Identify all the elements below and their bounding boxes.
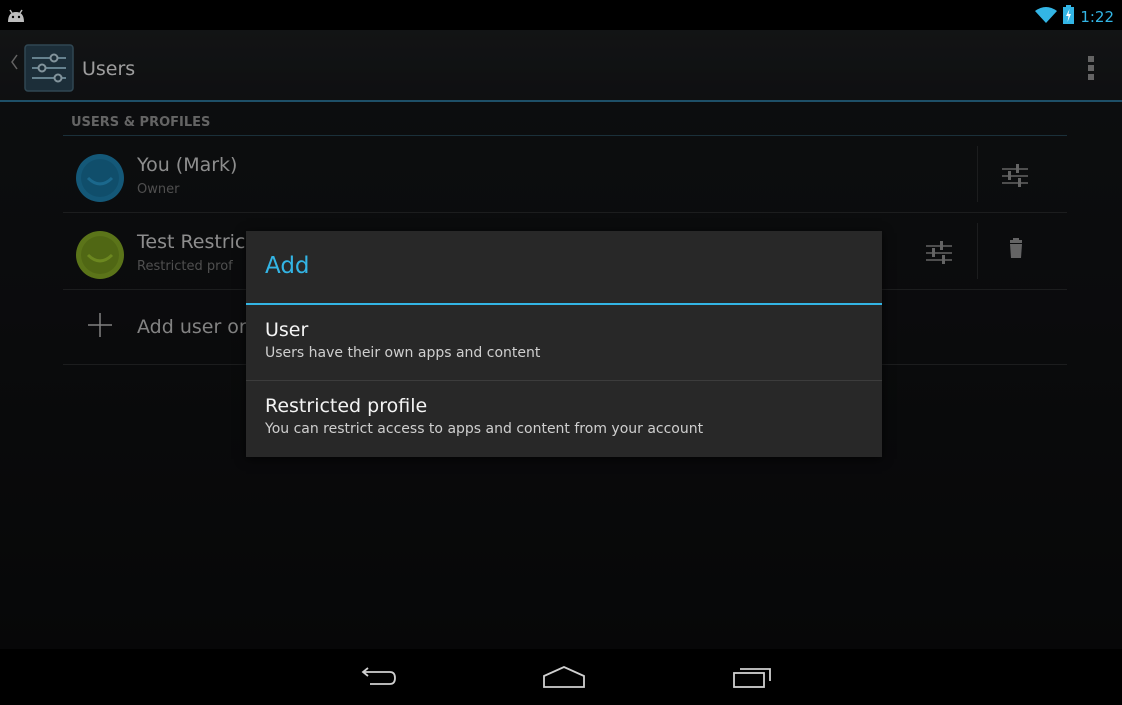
add-restricted-profile-option[interactable]: Restricted profile You can restrict acce…	[246, 381, 882, 457]
battery-charging-icon	[1063, 5, 1075, 28]
dialog-title: Add	[246, 231, 882, 305]
add-user-option[interactable]: User Users have their own apps and conte…	[246, 305, 882, 381]
home-icon[interactable]	[534, 659, 594, 695]
back-icon[interactable]	[348, 659, 408, 695]
add-dialog: Add User Users have their own apps and c…	[246, 231, 882, 457]
status-time: 1:22	[1080, 7, 1114, 26]
wifi-icon	[1035, 6, 1058, 28]
option-title: Restricted profile	[265, 395, 428, 417]
navigation-bar	[0, 649, 1122, 705]
option-description: You can restrict access to apps and cont…	[265, 421, 704, 437]
option-title: User	[265, 319, 309, 341]
status-bar: 1:22	[0, 0, 1122, 30]
recent-apps-icon[interactable]	[722, 659, 782, 695]
android-debug-icon	[6, 8, 26, 27]
option-description: Users have their own apps and content	[265, 345, 541, 361]
